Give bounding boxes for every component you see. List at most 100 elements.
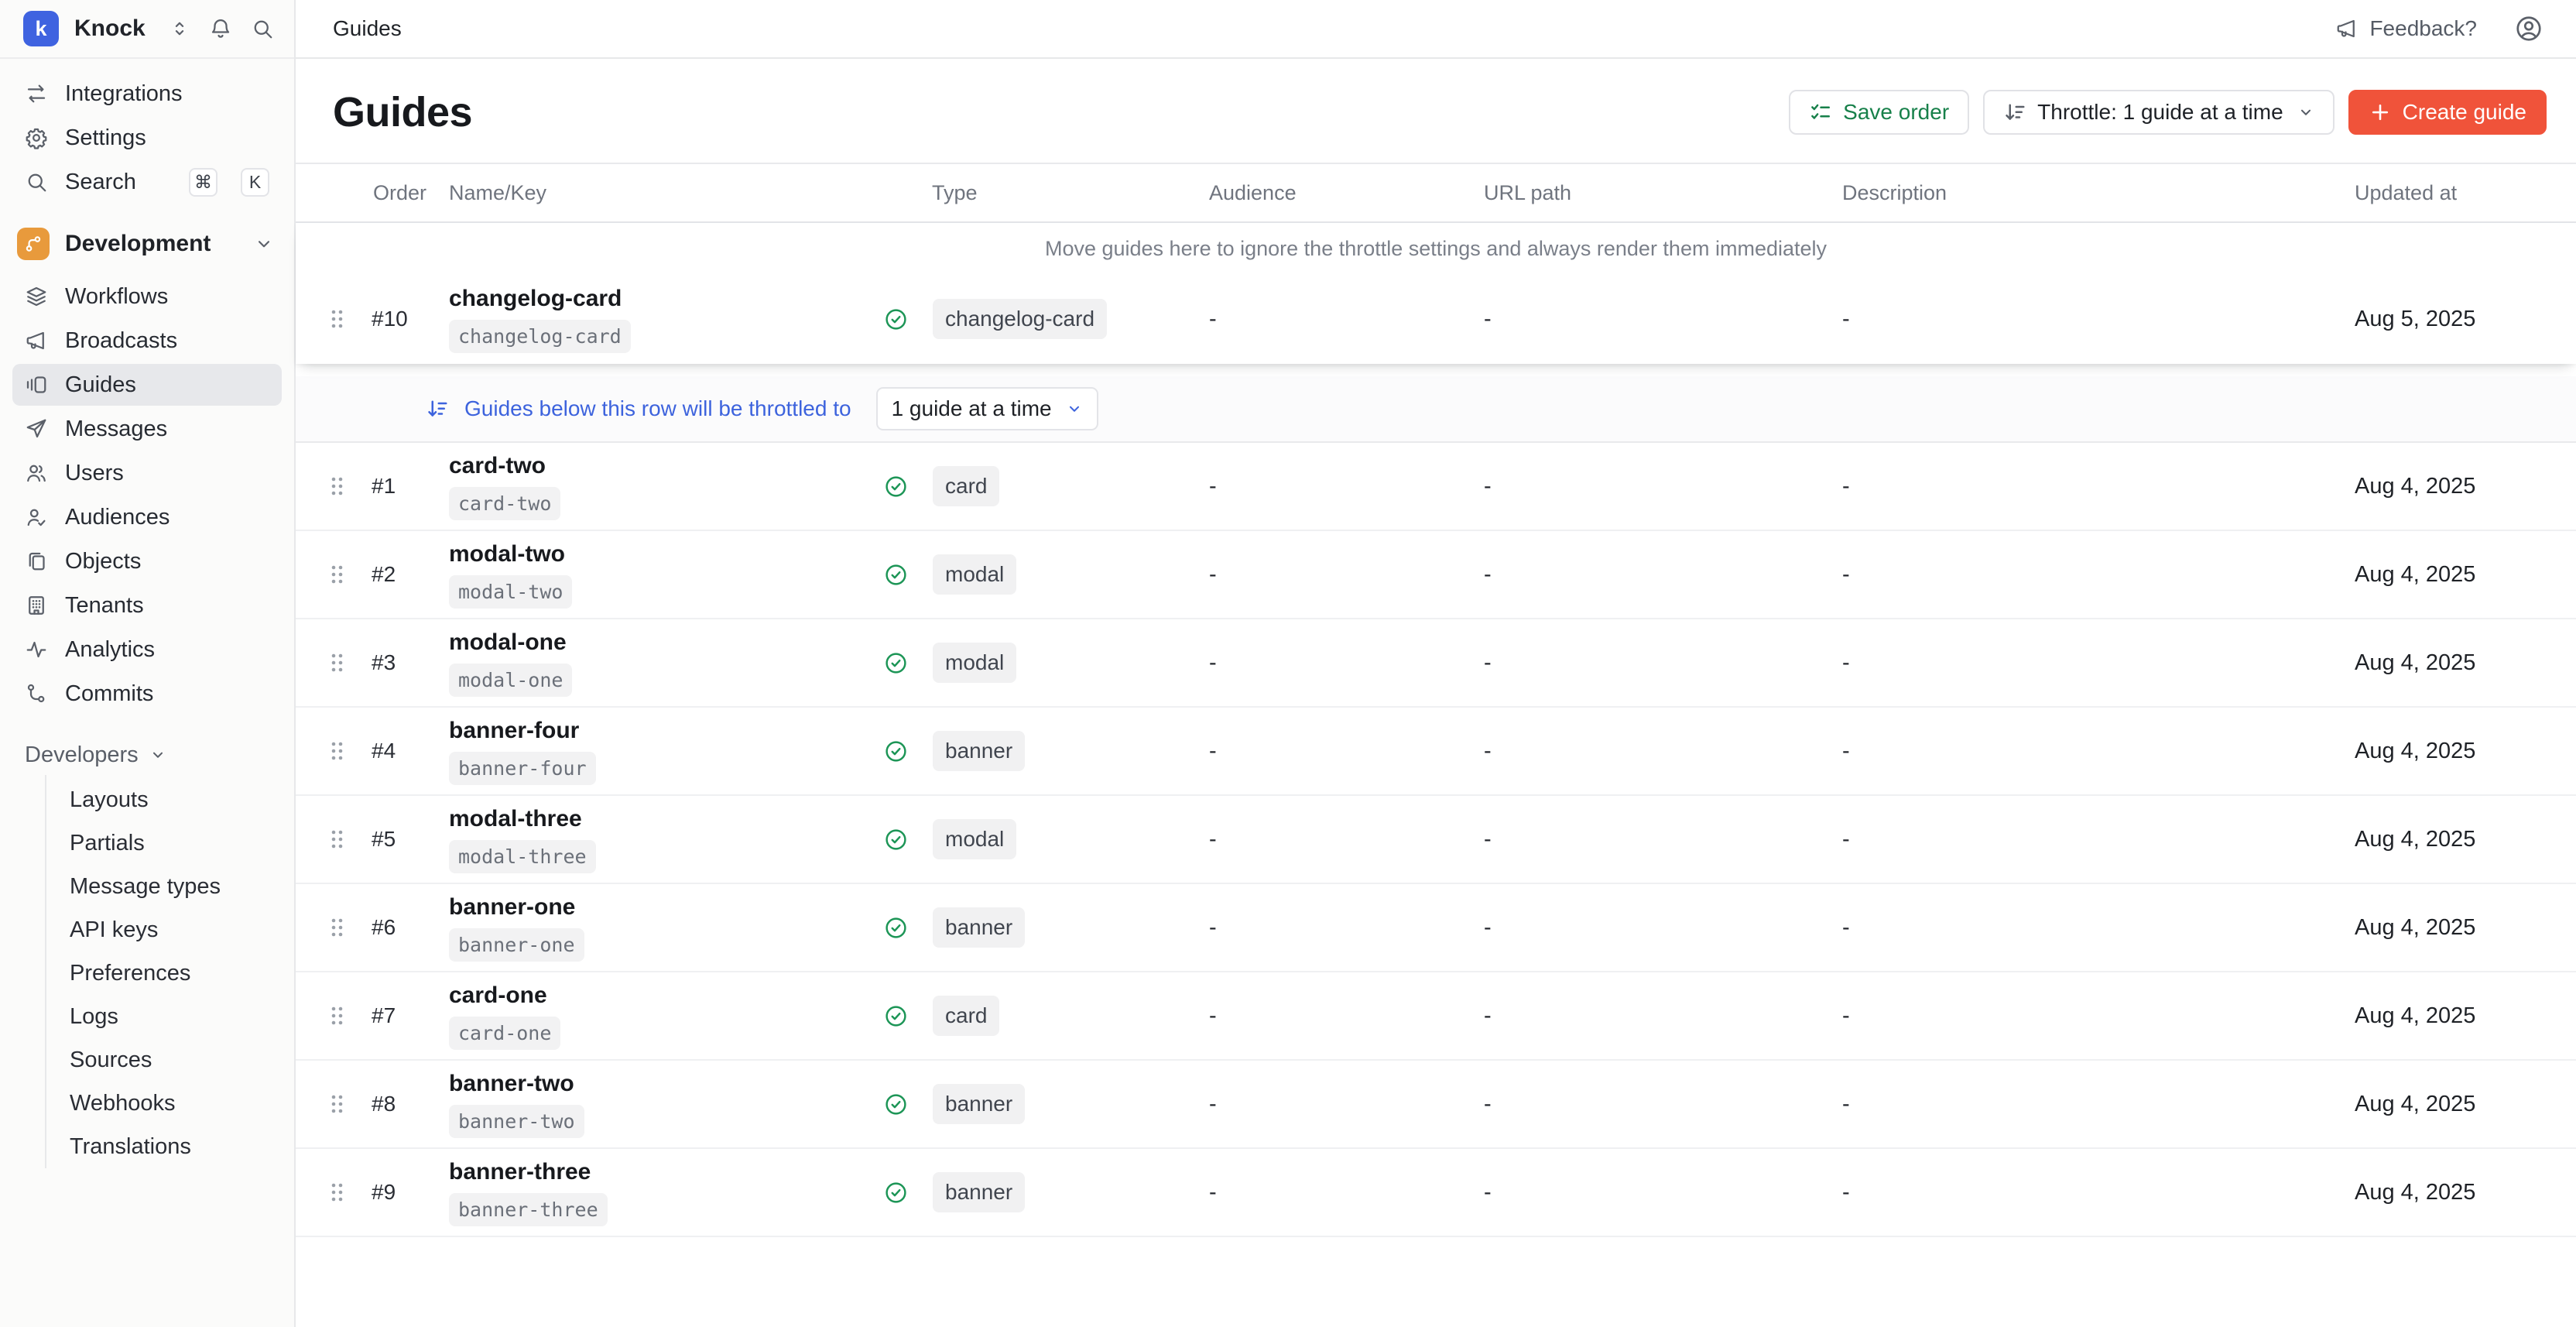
table-row[interactable]: #5 modal-three modal-three modal - - - A… bbox=[296, 796, 2576, 884]
url-path-value: - bbox=[1484, 1003, 1842, 1029]
table-row[interactable]: #3 modal-one modal-one modal - - - Aug 4… bbox=[296, 619, 2576, 708]
drag-handle-icon[interactable] bbox=[330, 1181, 345, 1203]
sidebar-item-commits[interactable]: Commits bbox=[12, 673, 282, 715]
sidebar-item-label: Workflows bbox=[65, 284, 269, 310]
audience-value: - bbox=[1209, 1092, 1484, 1117]
table-row[interactable]: #4 banner-four banner-four banner - - - … bbox=[296, 708, 2576, 796]
updated-at-value: Aug 4, 2025 bbox=[2355, 827, 2576, 852]
sidebar-item-analytics[interactable]: Analytics bbox=[12, 629, 282, 670]
table-row[interactable]: #1 card-two card-two card - - - Aug 4, 2… bbox=[296, 443, 2576, 531]
audience-value: - bbox=[1209, 739, 1484, 764]
throttle-divider-text: Guides below this row will be throttled … bbox=[464, 396, 851, 421]
active-check-icon bbox=[884, 475, 908, 499]
sidebar-item-label: Message types bbox=[70, 874, 221, 900]
guide-name: card-two bbox=[449, 453, 546, 479]
drag-handle-icon[interactable] bbox=[330, 828, 345, 850]
sidebar-item-sources[interactable]: Sources bbox=[46, 1038, 282, 1082]
sidebar-item-users[interactable]: Users bbox=[12, 452, 282, 494]
search-icon[interactable] bbox=[251, 17, 274, 40]
updated-at-value: Aug 4, 2025 bbox=[2355, 1003, 2576, 1029]
sidebar-item-label: Audiences bbox=[65, 505, 269, 530]
type-badge: banner bbox=[933, 907, 1025, 948]
sidebar-item-settings[interactable]: Settings bbox=[12, 117, 282, 159]
sidebar-item-guides[interactable]: Guides bbox=[12, 364, 282, 406]
drag-handle-icon[interactable] bbox=[330, 740, 345, 762]
save-order-button[interactable]: Save order bbox=[1789, 90, 1969, 135]
throttle-count-value: 1 guide at a time bbox=[892, 396, 1052, 421]
sidebar-item-label: Preferences bbox=[70, 961, 190, 986]
sidebar-item-label: Users bbox=[65, 461, 269, 486]
sidebar-item-broadcasts[interactable]: Broadcasts bbox=[12, 320, 282, 362]
guide-key-badge: changelog-card bbox=[449, 320, 631, 353]
drag-handle-icon[interactable] bbox=[330, 308, 345, 330]
throttle-divider-row: Guides below this row will be throttled … bbox=[296, 376, 2576, 443]
developers-sub-list: Layouts Partials Message types API keys … bbox=[45, 775, 282, 1168]
sidebar-item-integrations[interactable]: Integrations bbox=[12, 73, 282, 115]
audience-value: - bbox=[1209, 1003, 1484, 1029]
sidebar-item-layouts[interactable]: Layouts bbox=[46, 778, 282, 821]
checklist-icon bbox=[1809, 101, 1832, 124]
updated-at-value: Aug 4, 2025 bbox=[2355, 650, 2576, 676]
sidebar-item-translations[interactable]: Translations bbox=[46, 1125, 282, 1168]
environment-switcher[interactable]: Development bbox=[12, 220, 282, 268]
sidebar-item-partials[interactable]: Partials bbox=[46, 821, 282, 865]
feedback-button[interactable]: Feedback? bbox=[2335, 16, 2477, 41]
audience-value: - bbox=[1209, 474, 1484, 499]
sidebar-item-workflows[interactable]: Workflows bbox=[12, 276, 282, 317]
bell-icon[interactable] bbox=[209, 17, 232, 40]
drag-handle-icon[interactable] bbox=[330, 564, 345, 585]
guide-name: banner-three bbox=[449, 1159, 591, 1185]
chevrons-up-down-icon[interactable] bbox=[169, 18, 190, 39]
table-row[interactable]: #6 banner-one banner-one banner - - - Au… bbox=[296, 884, 2576, 972]
col-type: Type bbox=[879, 181, 1209, 205]
sidebar-item-label: Commits bbox=[65, 681, 269, 707]
sidebar-item-tenants[interactable]: Tenants bbox=[12, 585, 282, 626]
search-icon bbox=[25, 170, 48, 194]
developers-section-toggle[interactable]: Developers bbox=[12, 735, 282, 775]
sidebar-item-logs[interactable]: Logs bbox=[46, 995, 282, 1038]
guide-name: modal-two bbox=[449, 541, 565, 567]
url-path-value: - bbox=[1484, 474, 1842, 499]
drag-handle-icon[interactable] bbox=[330, 652, 345, 674]
table-row[interactable]: #8 banner-two banner-two banner - - - Au… bbox=[296, 1061, 2576, 1149]
sidebar-item-preferences[interactable]: Preferences bbox=[46, 952, 282, 995]
url-path-value: - bbox=[1484, 827, 1842, 852]
layers-icon bbox=[25, 285, 48, 308]
sidebar-nav: Integrations Settings Search ⌘ K Develop… bbox=[0, 59, 294, 1182]
guide-key-badge: card-two bbox=[449, 487, 560, 520]
description-value: - bbox=[1842, 1180, 2355, 1205]
drag-handle-icon[interactable] bbox=[330, 917, 345, 938]
table-row[interactable]: #7 card-one card-one card - - - Aug 4, 2… bbox=[296, 972, 2576, 1061]
guide-name: modal-three bbox=[449, 806, 582, 832]
active-check-icon bbox=[884, 1004, 908, 1028]
megaphone-icon bbox=[2335, 17, 2358, 40]
drag-handle-icon[interactable] bbox=[330, 1093, 345, 1115]
create-guide-button[interactable]: Create guide bbox=[2348, 90, 2547, 135]
account-menu-button[interactable] bbox=[2514, 14, 2543, 43]
chevron-down-icon bbox=[2297, 104, 2314, 121]
create-guide-label: Create guide bbox=[2403, 100, 2526, 125]
table-row[interactable]: #2 modal-two modal-two modal - - - Aug 4… bbox=[296, 531, 2576, 619]
table-row[interactable]: #9 banner-three banner-three banner - - … bbox=[296, 1149, 2576, 1237]
guide-name: banner-four bbox=[449, 718, 579, 744]
environment-name: Development bbox=[65, 231, 238, 257]
unthrottled-dropzone: Move guides here to ignore the throttle … bbox=[296, 223, 2576, 364]
drag-handle-icon[interactable] bbox=[330, 475, 345, 497]
sidebar-item-message-types[interactable]: Message types bbox=[46, 865, 282, 908]
drag-handle-icon[interactable] bbox=[330, 1005, 345, 1027]
sidebar-item-webhooks[interactable]: Webhooks bbox=[46, 1082, 282, 1125]
sort-descending-icon bbox=[426, 397, 449, 420]
sidebar-item-search[interactable]: Search ⌘ K bbox=[12, 161, 282, 203]
table-row[interactable]: #10 changelog-card changelog-card change… bbox=[296, 274, 2576, 364]
guide-name: modal-one bbox=[449, 629, 567, 656]
throttle-dropdown-button[interactable]: Throttle: 1 guide at a time bbox=[1983, 90, 2334, 135]
active-check-icon bbox=[884, 828, 908, 852]
sidebar-item-audiences[interactable]: Audiences bbox=[12, 496, 282, 538]
sidebar-item-api-keys[interactable]: API keys bbox=[46, 908, 282, 952]
order-number: #7 bbox=[372, 1003, 396, 1028]
sidebar-item-messages[interactable]: Messages bbox=[12, 408, 282, 450]
guide-key-badge: modal-one bbox=[449, 664, 572, 697]
throttle-count-select[interactable]: 1 guide at a time bbox=[876, 387, 1098, 430]
type-badge: modal bbox=[933, 554, 1016, 595]
sidebar-item-objects[interactable]: Objects bbox=[12, 540, 282, 582]
